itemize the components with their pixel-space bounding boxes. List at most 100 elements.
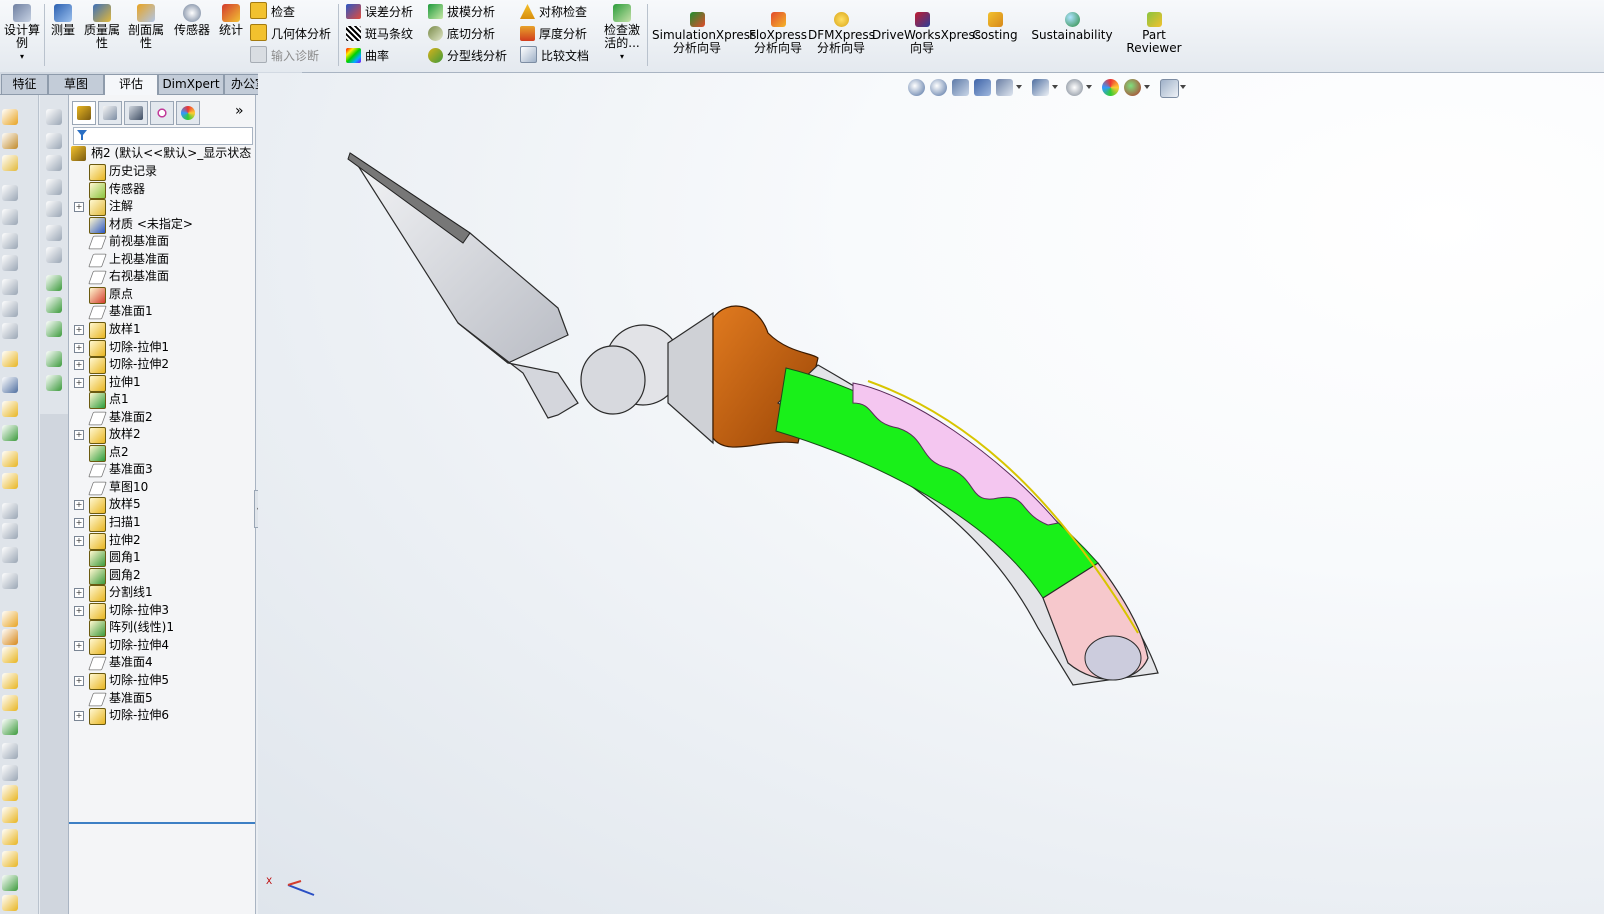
toolbar-tool-icon[interactable]: [2, 647, 18, 663]
configuration-manager-tab[interactable]: [124, 101, 148, 125]
toolbar-tool-icon[interactable]: [2, 895, 18, 911]
toolbar-tool-icon[interactable]: [2, 109, 18, 125]
part-model-pliers[interactable]: [258, 73, 1604, 914]
expand-icon[interactable]: +: [74, 711, 84, 722]
toolbar-tool-icon[interactable]: [2, 155, 18, 171]
symmetry-check-button[interactable]: 对称检查: [520, 2, 587, 22]
check-active-document-button[interactable]: 检查激活的... ▾: [600, 2, 644, 63]
costing-button[interactable]: Costing: [966, 10, 1024, 42]
toolbar-tool-icon[interactable]: [2, 425, 18, 441]
toolbar-tool-icon[interactable]: [2, 323, 18, 339]
toolbar-tool-icon[interactable]: [2, 829, 18, 845]
draft-analysis-button[interactable]: 拔模分析: [428, 2, 495, 22]
view-tool-icon[interactable]: [46, 201, 62, 217]
property-manager-tab[interactable]: [98, 101, 122, 125]
tree-filter-input[interactable]: [73, 127, 253, 145]
view-tool-icon[interactable]: [46, 351, 62, 367]
toolbar-tool-icon[interactable]: [2, 743, 18, 759]
expand-icon[interactable]: +: [74, 342, 84, 353]
zebra-stripes-button[interactable]: 斑马条纹: [346, 24, 413, 44]
import-diagnostics-button[interactable]: 输入诊断: [250, 46, 319, 66]
view-tool-icon[interactable]: [46, 247, 62, 263]
simulation-xpress-button[interactable]: SimulationXpress 分析向导: [652, 10, 756, 55]
toolbar-tool-icon[interactable]: [2, 611, 18, 627]
expand-icon[interactable]: +: [74, 588, 84, 599]
display-manager-tab[interactable]: [176, 101, 200, 125]
check-button[interactable]: 检查: [250, 2, 295, 22]
toolbar-tool-icon[interactable]: [2, 279, 18, 295]
toolbar-tool-icon[interactable]: [2, 401, 18, 417]
toolbar-tool-icon[interactable]: [2, 233, 18, 249]
design-study-button[interactable]: 设计算例 ▾: [2, 2, 42, 63]
toolbar-tool-icon[interactable]: [2, 301, 18, 317]
chevron-down-icon[interactable]: ▾: [600, 50, 644, 63]
curvature-button[interactable]: 曲率: [346, 46, 389, 66]
expand-icon[interactable]: +: [74, 640, 84, 651]
rollback-bar[interactable]: [69, 822, 255, 824]
toolbar-tool-icon[interactable]: [2, 673, 18, 689]
part-reviewer-button[interactable]: Part Reviewer: [1124, 10, 1184, 55]
toolbar-tool-icon[interactable]: [2, 875, 18, 891]
toolbar-tool-icon[interactable]: [2, 451, 18, 467]
chevron-down-icon[interactable]: ▾: [2, 50, 42, 63]
toolbar-tool-icon[interactable]: [2, 785, 18, 801]
toolbar-tool-icon[interactable]: [2, 185, 18, 201]
view-tool-icon[interactable]: [46, 133, 62, 149]
toolbar-tool-icon[interactable]: [2, 209, 18, 225]
expand-icon[interactable]: +: [74, 675, 84, 686]
toolbar-tool-icon[interactable]: [2, 547, 18, 563]
expand-icon[interactable]: +: [74, 202, 84, 213]
toolbar-tool-icon[interactable]: [2, 473, 18, 489]
flo-xpress-button[interactable]: FloXpress 分析向导: [748, 10, 808, 55]
view-tool-icon[interactable]: [46, 155, 62, 171]
expand-icon[interactable]: +: [74, 324, 84, 335]
toolbar-tool-icon[interactable]: [2, 523, 18, 539]
dfm-xpress-button[interactable]: DFMXpress 分析向导: [808, 10, 875, 55]
toolbar-tool-icon[interactable]: [2, 133, 18, 149]
tab-evaluate[interactable]: 评估: [104, 74, 158, 95]
statistics-button[interactable]: 统计: [216, 2, 246, 37]
view-tool-icon[interactable]: [46, 109, 62, 125]
toolbar-tool-icon[interactable]: [2, 807, 18, 823]
toolbar-tool-icon[interactable]: [2, 503, 18, 519]
expand-icon[interactable]: +: [74, 430, 84, 441]
expand-icon[interactable]: +: [74, 377, 84, 388]
deviation-analysis-button[interactable]: 误差分析: [346, 2, 413, 22]
expand-icon[interactable]: +: [74, 605, 84, 616]
section-properties-button[interactable]: 剖面属性: [126, 2, 166, 50]
view-tool-icon[interactable]: [46, 297, 62, 313]
driveworks-xpress-button[interactable]: DriveWorksXpress 向导: [872, 10, 981, 55]
toolbar-tool-icon[interactable]: [2, 573, 18, 589]
mass-properties-button[interactable]: 质量属性: [82, 2, 122, 50]
compare-documents-button[interactable]: 比较文档: [520, 46, 589, 66]
view-tool-icon[interactable]: [46, 321, 62, 337]
toolbar-tool-icon[interactable]: [2, 351, 18, 367]
expand-icon[interactable]: +: [74, 360, 84, 371]
dimxpert-manager-tab[interactable]: [150, 101, 174, 125]
view-tool-icon[interactable]: [46, 275, 62, 291]
tab-dimxpert[interactable]: DimXpert: [158, 74, 224, 94]
sensors-button[interactable]: 传感器: [172, 2, 212, 37]
geometry-analysis-button[interactable]: 几何体分析: [250, 24, 331, 44]
toolbar-tool-icon[interactable]: [2, 719, 18, 735]
expand-icon[interactable]: +: [74, 518, 84, 528]
thickness-analysis-button[interactable]: 厚度分析: [520, 24, 587, 44]
expand-icon[interactable]: +: [74, 535, 84, 546]
toolbar-tool-icon[interactable]: [2, 629, 18, 645]
expand-panel-icon[interactable]: »: [235, 103, 244, 119]
parting-line-analysis-button[interactable]: 分型线分析: [428, 46, 507, 66]
tab-sketch[interactable]: 草图: [48, 74, 104, 94]
feature-manager-tab[interactable]: [72, 101, 96, 125]
toolbar-tool-icon[interactable]: [2, 377, 18, 393]
view-tool-icon[interactable]: [46, 375, 62, 391]
view-tool-icon[interactable]: [46, 225, 62, 241]
view-tool-icon[interactable]: [46, 179, 62, 195]
graphics-viewport[interactable]: X: [258, 73, 1604, 914]
toolbar-tool-icon[interactable]: [2, 851, 18, 867]
toolbar-tool-icon[interactable]: [2, 765, 18, 781]
measure-button[interactable]: 测量: [48, 2, 78, 37]
tab-features[interactable]: 特征: [1, 74, 48, 94]
undercut-analysis-button[interactable]: 底切分析: [428, 24, 495, 44]
toolbar-tool-icon[interactable]: [2, 695, 18, 711]
toolbar-tool-icon[interactable]: [2, 255, 18, 271]
